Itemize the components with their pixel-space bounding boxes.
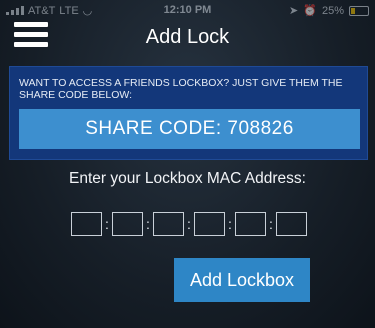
mac-segment-4-input[interactable]: [194, 212, 225, 236]
mac-segment-1-input[interactable]: [71, 212, 102, 236]
mac-segment-3-input[interactable]: [153, 212, 184, 236]
share-code-panel: WANT TO ACCESS A FRIENDS LOCKBOX? JUST G…: [9, 66, 368, 160]
add-lockbox-button[interactable]: Add Lockbox: [174, 258, 310, 302]
mac-separator: :: [146, 216, 150, 232]
mac-address-fields: : : : : :: [71, 211, 307, 237]
mac-separator: :: [228, 216, 232, 232]
mac-separator: :: [187, 216, 191, 232]
nav-bar: Add Lock: [0, 0, 375, 58]
share-prompt-text: WANT TO ACCESS A FRIENDS LOCKBOX? JUST G…: [19, 77, 343, 101]
mac-segment-6-input[interactable]: [276, 212, 307, 236]
mac-separator: :: [269, 216, 273, 232]
mac-segment-2-input[interactable]: [112, 212, 143, 236]
share-code-display: SHARE CODE: 708826: [19, 109, 360, 149]
mac-segment-5-input[interactable]: [235, 212, 266, 236]
mac-separator: :: [105, 216, 109, 232]
mac-address-label: Enter your Lockbox MAC Address:: [69, 170, 306, 187]
page-title: Add Lock: [145, 26, 230, 48]
